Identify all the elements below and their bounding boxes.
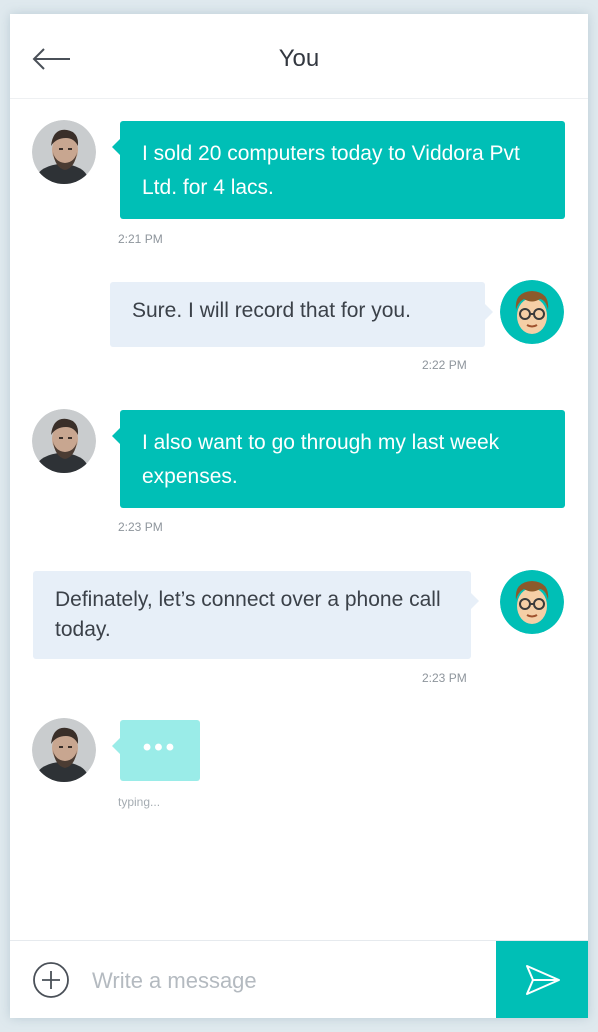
contact-avatar[interactable]	[32, 718, 96, 782]
contact-avatar[interactable]	[32, 120, 96, 184]
message-bubble-outgoing[interactable]: Definately, let’s connect over a phone c…	[33, 571, 479, 659]
send-icon	[526, 965, 560, 995]
message-timestamp: 2:23 PM	[118, 520, 163, 534]
message-timestamp: 2:21 PM	[118, 232, 163, 246]
cartoon-man-glasses-avatar	[500, 280, 564, 344]
contact-avatar[interactable]	[32, 409, 96, 473]
message-text: Sure. I will record that for you.	[132, 299, 411, 322]
typing-dots: •••	[142, 734, 178, 761]
message-timestamp: 2:22 PM	[422, 358, 467, 372]
bearded-man-photo-avatar	[32, 409, 96, 473]
message-timestamp: 2:23 PM	[422, 671, 467, 685]
user-avatar[interactable]	[500, 280, 564, 344]
plus-circle-icon	[33, 962, 69, 998]
message-bubble-incoming[interactable]: I sold 20 computers today to Viddora Pvt…	[112, 121, 565, 219]
message-bubble-outgoing[interactable]: Sure. I will record that for you.	[110, 282, 493, 347]
bearded-man-photo-avatar	[32, 120, 96, 184]
message-input[interactable]	[90, 961, 484, 1001]
message-bubble-incoming[interactable]: I also want to go through my last week e…	[112, 410, 565, 508]
page-title: You	[278, 45, 320, 72]
typing-label: typing...	[118, 795, 161, 809]
bearded-man-photo-avatar	[32, 718, 96, 782]
add-attachment-button[interactable]	[32, 961, 70, 999]
message-text: I also want to go through my last week e…	[142, 431, 500, 488]
message-composer	[10, 940, 588, 1018]
chat-header: You	[10, 14, 588, 99]
user-avatar[interactable]	[500, 570, 564, 634]
send-button[interactable]	[496, 941, 588, 1018]
chat-window: You I sold 20 computers today to Viddora…	[10, 14, 588, 1018]
cartoon-man-glasses-avatar	[500, 570, 564, 634]
message-text: Definately, let’s connect over a phone c…	[55, 588, 441, 641]
typing-indicator-bubble: •••	[112, 720, 200, 781]
message-text: I sold 20 computers today to Viddora Pvt…	[142, 142, 520, 199]
